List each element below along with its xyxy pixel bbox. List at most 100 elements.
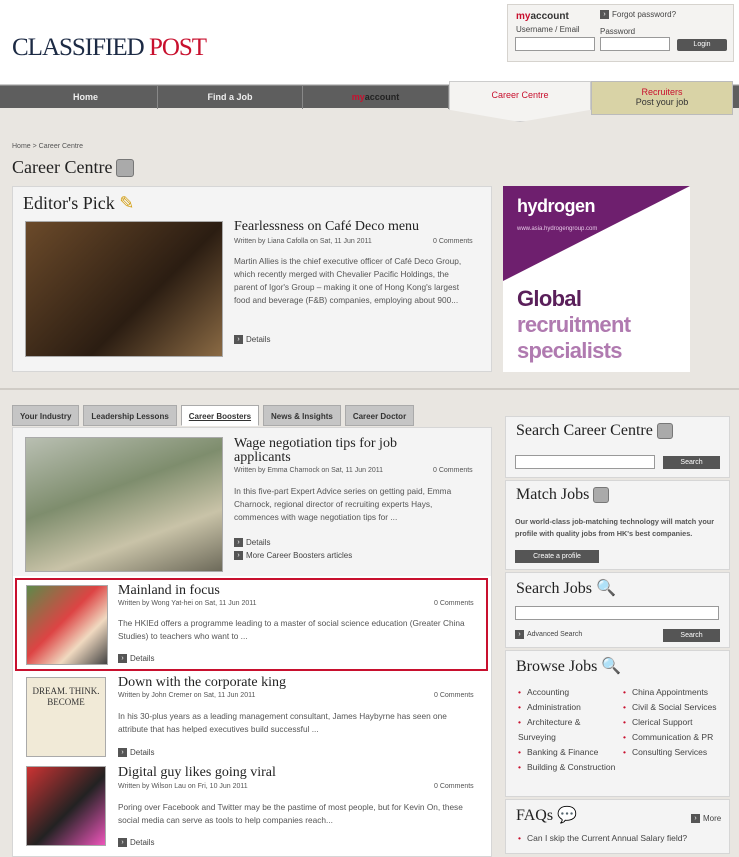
book-cover[interactable]: DREAM. THINK. BECOME: [26, 677, 106, 757]
arrow-icon: ›: [515, 630, 524, 639]
arrow-icon: ›: [234, 551, 243, 560]
comments-link[interactable]: 0 Comments: [434, 783, 474, 790]
password-input[interactable]: [600, 37, 670, 51]
login-button[interactable]: Login: [677, 39, 727, 51]
account-title: myaccount: [516, 11, 569, 22]
details-link[interactable]: › Details: [234, 538, 270, 547]
document-search-icon: [656, 423, 673, 440]
details-link[interactable]: › Details: [234, 335, 270, 344]
search-career-centre-panel: Search Career Centre Search: [505, 416, 730, 478]
browse-list-right: China Appointments Civil & Social Servic…: [623, 685, 728, 760]
search-jobs-title: Search Jobs 🔍: [516, 580, 616, 597]
search-jobs-panel: Search Jobs 🔍 › Advanced Search Search: [505, 572, 730, 648]
tab-career-boosters[interactable]: Career Boosters: [180, 405, 260, 426]
article-title[interactable]: Digital guy likes going viral: [118, 766, 276, 780]
nav-career-centre[interactable]: Career Centre: [449, 81, 591, 122]
arrow-icon: ›: [234, 335, 243, 344]
magnifier-icon: 🔍: [595, 580, 616, 597]
article-thumbnail[interactable]: [26, 766, 106, 846]
more-articles-link[interactable]: › More Career Boosters articles: [234, 551, 352, 560]
nav-find-job[interactable]: Find a Job: [158, 86, 303, 109]
article-meta: Written by Wong Yat-hei on Sat, 11 Jun 2…: [118, 600, 257, 607]
browse-link[interactable]: Administration: [518, 700, 618, 715]
details-link[interactable]: › Details: [118, 838, 154, 847]
tab-your-industry[interactable]: Your Industry: [12, 405, 80, 426]
article-thumbnail[interactable]: [26, 585, 108, 665]
password-label: Password: [600, 27, 636, 36]
nav-home[interactable]: Home: [14, 86, 158, 109]
browse-link[interactable]: China Appointments: [623, 685, 728, 700]
article-summary: In this five-part Expert Advice series o…: [234, 486, 452, 522]
editors-pick-panel: Editor's Pick ✎ Fearlessness on Café Dec…: [12, 186, 492, 372]
browse-link[interactable]: Building & Construction: [518, 760, 618, 775]
magnifier-icon: 🔍: [601, 658, 622, 675]
binders-icon: [116, 158, 135, 177]
comments-link[interactable]: 0 Comments: [433, 467, 473, 474]
arrow-icon: ›: [118, 748, 127, 757]
article-meta: Written by Emma Charnock on Sat, 11 Jun …: [234, 467, 384, 474]
faq-link[interactable]: Can I skip the Current Annual Salary fie…: [518, 831, 728, 846]
browse-jobs-title: Browse Jobs 🔍: [516, 658, 622, 675]
browse-link[interactable]: Consulting Services: [623, 745, 728, 760]
articles-panel: Wage negotiation tips for job applicants…: [12, 427, 492, 857]
arrow-icon: ›: [691, 814, 700, 823]
article-photo[interactable]: [25, 221, 223, 357]
search-jobs-input[interactable]: [515, 606, 719, 620]
advanced-search-link[interactable]: › Advanced Search: [515, 630, 582, 639]
nav-my-account[interactable]: myaccount: [303, 86, 449, 109]
site-logo[interactable]: CLASSIFIED POST: [12, 34, 207, 62]
arrow-icon: ›: [118, 838, 127, 847]
article-title[interactable]: Mainland in focus: [118, 584, 220, 598]
featured-article: Wage negotiation tips for job applicants…: [13, 428, 491, 576]
details-link[interactable]: › Details: [118, 654, 154, 663]
editors-pick-heading: Editor's Pick ✎: [23, 193, 135, 213]
browse-link[interactable]: Clerical Support: [623, 715, 728, 730]
speech-bubble-icon: 💬: [557, 807, 577, 824]
username-label: Username / Email: [516, 25, 580, 34]
tab-career-doctor[interactable]: Career Doctor: [344, 405, 415, 426]
search-jobs-button[interactable]: Search: [663, 629, 720, 642]
browse-link[interactable]: Accounting: [518, 685, 618, 700]
browse-link[interactable]: Architecture & Surveying: [518, 715, 618, 745]
article-summary: Poring over Facebook and Twitter may be …: [118, 802, 463, 825]
money-photo[interactable]: [25, 437, 223, 572]
ad-tagline: Global recruitment specialists: [517, 286, 631, 363]
breadcrumb: Home > Career Centre: [12, 143, 84, 150]
username-input[interactable]: [515, 37, 595, 51]
comments-link[interactable]: 0 Comments: [434, 600, 474, 607]
browse-link[interactable]: Communication & PR: [623, 730, 728, 745]
search-button[interactable]: Search: [663, 456, 720, 469]
faqs-more-link[interactable]: › More: [691, 814, 721, 823]
browse-jobs-panel: Browse Jobs 🔍 Accounting Administration …: [505, 650, 730, 797]
details-link[interactable]: › Details: [118, 748, 154, 757]
article-title[interactable]: Wage negotiation tips for job applicants: [234, 437, 434, 465]
faq-list: Can I skip the Current Annual Salary fie…: [518, 831, 728, 846]
people-icon: [593, 487, 610, 504]
arrow-icon: ›: [234, 538, 243, 547]
arrow-icon: ›: [600, 10, 609, 19]
tab-leadership-lessons[interactable]: Leadership Lessons: [83, 405, 177, 426]
faqs-title: FAQs 💬: [516, 807, 577, 824]
tab-news-insights[interactable]: News & Insights: [263, 405, 341, 426]
header: CLASSIFIED POST myaccount › Forgot passwo…: [0, 0, 739, 85]
main-nav: Home Find a Job myaccount Career Centre …: [0, 81, 739, 122]
forgot-password-link[interactable]: › Forgot password?: [600, 10, 676, 19]
nav-recruiters[interactable]: Recruiters Post your job: [591, 81, 733, 115]
article-summary: In his 30-plus years as a leading manage…: [118, 711, 447, 734]
article-title[interactable]: Fearlessness on Café Deco menu: [234, 220, 419, 234]
search-career-centre-input[interactable]: [515, 455, 655, 469]
article-title[interactable]: Down with the corporate king: [118, 676, 286, 690]
ad-brand: hydrogen: [517, 196, 596, 216]
create-profile-button[interactable]: Create a profile: [515, 550, 599, 563]
comments-link[interactable]: 0 Comments: [434, 692, 474, 699]
browse-link[interactable]: Civil & Social Services: [623, 700, 728, 715]
browse-link[interactable]: Banking & Finance: [518, 745, 618, 760]
faqs-panel: FAQs 💬 ›More Can I skip the Current Annu…: [505, 799, 730, 854]
article-meta: Written by Wilson Lau on Fri, 10 Jun 201…: [118, 783, 248, 790]
comments-link[interactable]: 0 Comments: [433, 238, 473, 245]
pencil-icon: ✎: [119, 193, 135, 213]
match-jobs-title: Match Jobs: [516, 486, 610, 504]
page-title: Career Centre: [12, 157, 135, 178]
hydrogen-ad[interactable]: hydrogen www.asia.hydrogengroup.com Glob…: [503, 186, 690, 372]
article-summary: Martin Allies is the chief executive off…: [234, 256, 462, 305]
